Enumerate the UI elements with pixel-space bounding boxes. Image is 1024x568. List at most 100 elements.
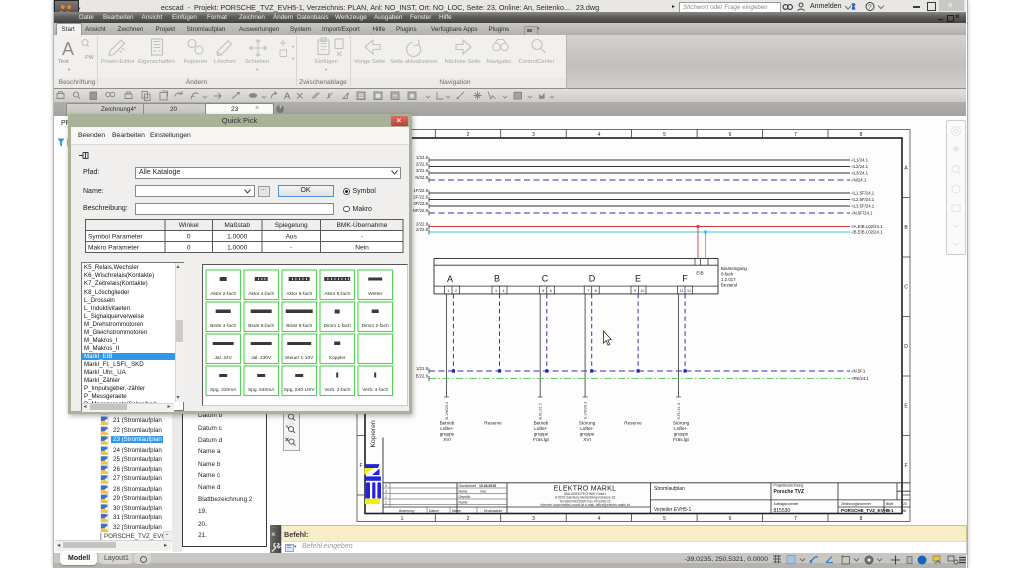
svg-text:Blatt: Blatt [886,502,893,506]
svg-text:3: 3 [385,489,387,493]
svg-text:Spg. 320mA: Spg. 320mA [210,387,237,393]
svg-text:Reserve: Reserve [624,420,642,425]
svg-text:Name: Name [459,500,468,504]
svg-text:Betrieb: Betrieb [534,420,549,425]
svg-text:-IPE/24.1: -IPE/24.1 [851,376,870,381]
svg-text:1: 1 [448,289,450,293]
svg-text:A: A [62,39,74,59]
svg-text:2: 2 [467,132,470,138]
svg-text:7: 7 [587,289,589,293]
svg-text:-IL1/24.1: -IL1/24.1 [851,157,869,162]
svg-text:E: E [635,273,641,283]
svg-text:Kopieren: Kopieren [370,420,377,447]
svg-text:5: 5 [542,289,544,293]
svg-text:D: D [589,273,596,283]
svg-text:-IL1.5F/24.1: -IL1.5F/24.1 [851,190,875,195]
svg-text:6: 6 [729,132,732,138]
svg-text:E/22.8: E/22.8 [416,373,429,378]
svg-text:Aktor 4-fach: Aktor 4-fach [248,291,274,297]
svg-text:Maßstab: Maßstab [224,222,250,229]
svg-text:4: 4 [598,132,601,138]
svg-text:Lüfter-: Lüfter- [534,426,548,431]
svg-text:8: 8 [860,132,863,138]
svg-text:Wetter: Wetter [368,291,382,297]
svg-text:4: 4 [598,516,601,522]
svg-text:Aktor 6-fach: Aktor 6-fach [286,291,312,297]
svg-text:815530: 815530 [774,508,791,514]
svg-text:Spg. 640-USV: Spg. 640-USV [284,387,315,393]
svg-text:5: 5 [663,132,666,138]
svg-text:Symbol Parameter: Symbol Parameter [88,234,143,241]
svg-text:Änderung: Änderung [399,509,414,513]
svg-text:-IL3/24.1: -IL3/24.1 [851,170,869,175]
svg-text:Spiegelung: Spiegelung [275,222,308,229]
svg-text:N/22.8: N/22.8 [415,174,428,179]
svg-text:3: 3 [532,132,535,138]
svg-text:Internet: www.elektro-markl.at: Internet: www.elektro-markl.at e-mail: o… [540,502,629,506]
svg-text:Verb. 2-fach: Verb. 2-fach [324,387,350,393]
svg-text:6-fach: 6-fach [721,271,734,276]
svg-text:B: B [494,273,500,283]
svg-text:+: + [901,484,903,488]
svg-text:Bl.: Bl. [903,509,907,513]
svg-text:B.1/W20.2: B.1/W20.2 [445,401,449,419]
svg-text:2: 2 [385,495,387,499]
svg-text:Bestand: Bestand [721,282,738,287]
svg-text:1.0000: 1.0000 [227,234,248,241]
svg-text:Zeichnungsnummer: Zeichnungsnummer [841,502,872,506]
svg-text:C: C [542,273,549,283]
svg-text:Projektbezeichnung: Projektbezeichnung [774,483,804,487]
svg-text:7: 7 [794,132,797,138]
svg-text:Aktor 8-fach: Aktor 8-fach [324,291,350,297]
svg-text:23: 23 [903,502,907,506]
svg-text:gruppe: gruppe [674,431,689,436]
svg-text:3: 3 [495,289,497,293]
svg-text:F: F [359,463,362,469]
svg-text:-: - [901,493,902,497]
svg-text:gruppe: gruppe [580,431,595,436]
svg-text:Jal. 230V: Jal. 230V [251,355,272,361]
svg-text:PW: PW [85,55,95,61]
svg-text:Jal. 24V: Jal. 24V [215,355,233,361]
svg-text:-IA.EIB.L02/24.1: -IA.EIB.L02/24.1 [851,223,883,228]
svg-text:Aus: Aus [286,234,298,241]
svg-text:10.04.2015: 10.04.2015 [479,484,496,488]
svg-text:-IB.EIB.L02/24.1: -IB.EIB.L02/24.1 [851,229,883,234]
svg-text:Nein: Nein [355,245,369,252]
svg-text:10: 10 [641,289,645,293]
svg-text:S.1/W20.3: S.1/W20.3 [583,401,587,419]
svg-text:-: - [290,245,292,252]
svg-text:Koppler: Koppler [329,355,346,361]
svg-text:Reserve: Reserve [484,420,502,425]
svg-text:Binäreingang: Binäreingang [721,266,747,271]
svg-text:-IN.5F/24.1: -IN.5F/24.1 [851,210,873,215]
svg-text:0: 0 [187,234,191,241]
svg-text:2: 2 [467,516,470,522]
svg-text:1/22.8: 1/22.8 [416,154,429,159]
svg-text:1: 1 [401,516,404,522]
svg-text:6: 6 [729,516,732,522]
svg-text:4: 4 [503,289,505,293]
svg-text:2/22.8: 2/22.8 [416,221,429,226]
svg-text:S.FL/21.3: S.FL/21.3 [677,403,681,419]
svg-text:Verb. 4-fach: Verb. 4-fach [362,387,388,393]
svg-text:1F/22.8: 1F/22.8 [413,187,428,192]
svg-text:gruppe: gruppe [534,431,549,436]
svg-text:Lüfter-: Lüfter- [580,426,594,431]
svg-text:Fräs.lgt: Fräs.lgt [673,437,689,442]
svg-text:8: 8 [595,289,597,293]
svg-text:2/22.8: 2/22.8 [416,161,429,166]
svg-text:5: 5 [663,516,666,522]
svg-text:6: 6 [550,289,552,293]
svg-text:12: 12 [687,289,691,293]
svg-text:Datum: Datum [429,509,439,513]
svg-text:11: 11 [680,289,684,293]
svg-text:2: 2 [455,289,457,293]
svg-text:1.2.017: 1.2.017 [721,277,736,282]
svg-text:Gezeichnet: Gezeichnet [459,484,476,488]
svg-text:-: - [361,234,363,241]
svg-text:Spg. 640mA: Spg. 640mA [248,387,275,393]
svg-text:?: ? [868,4,872,11]
svg-text:8: 8 [860,516,863,522]
svg-text:F: F [682,273,688,283]
